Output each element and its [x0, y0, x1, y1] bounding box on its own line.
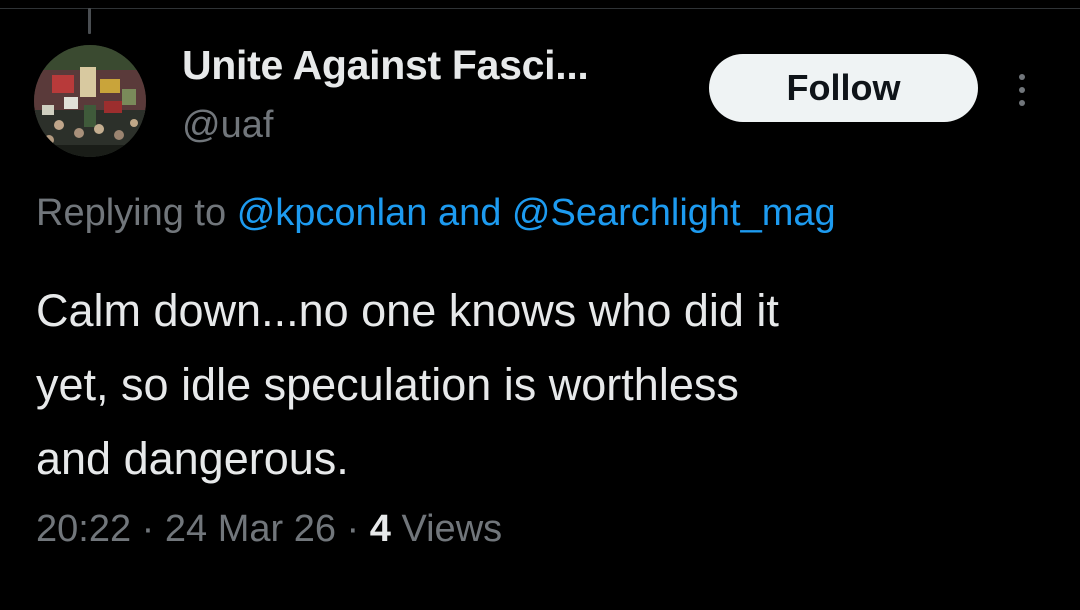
- tweet-time[interactable]: 20:22: [36, 508, 131, 550]
- mention-link-2[interactable]: @Searchlight_mag: [512, 192, 836, 234]
- tweet-date[interactable]: 24 Mar 26: [165, 508, 336, 550]
- tweet-meta: 20:22 · 24 Mar 26 · 4 Views: [36, 508, 502, 551]
- avatar[interactable]: [34, 45, 146, 157]
- views-count: 4: [369, 508, 391, 550]
- meta-separator: ·: [346, 508, 360, 550]
- tweet-text-line: and dangerous.: [36, 433, 349, 484]
- views-label: Views: [401, 508, 503, 550]
- mention-link-1[interactable]: @kpconlan: [237, 192, 428, 234]
- replying-prefix: Replying to: [36, 192, 227, 234]
- mention-conjunction[interactable]: and: [438, 192, 501, 234]
- author-handle[interactable]: @uaf: [182, 104, 273, 147]
- follow-button[interactable]: Follow: [709, 54, 978, 122]
- author-display-name[interactable]: Unite Against Fasci...: [182, 42, 589, 89]
- meta-separator: ·: [141, 508, 155, 550]
- more-vertical-icon[interactable]: [1010, 70, 1034, 110]
- tweet-text-line: Calm down...no one knows who did it: [36, 285, 779, 336]
- top-divider: [0, 8, 1080, 9]
- avatar-crowd-photo: [34, 45, 146, 157]
- tweet-text: Calm down...no one knows who did it yet,…: [36, 274, 1056, 496]
- thread-connector-line: [88, 8, 91, 34]
- replying-to-line: Replying to @kpconlan and @Searchlight_m…: [36, 192, 836, 235]
- tweet-text-line: yet, so idle speculation is worthless: [36, 359, 739, 410]
